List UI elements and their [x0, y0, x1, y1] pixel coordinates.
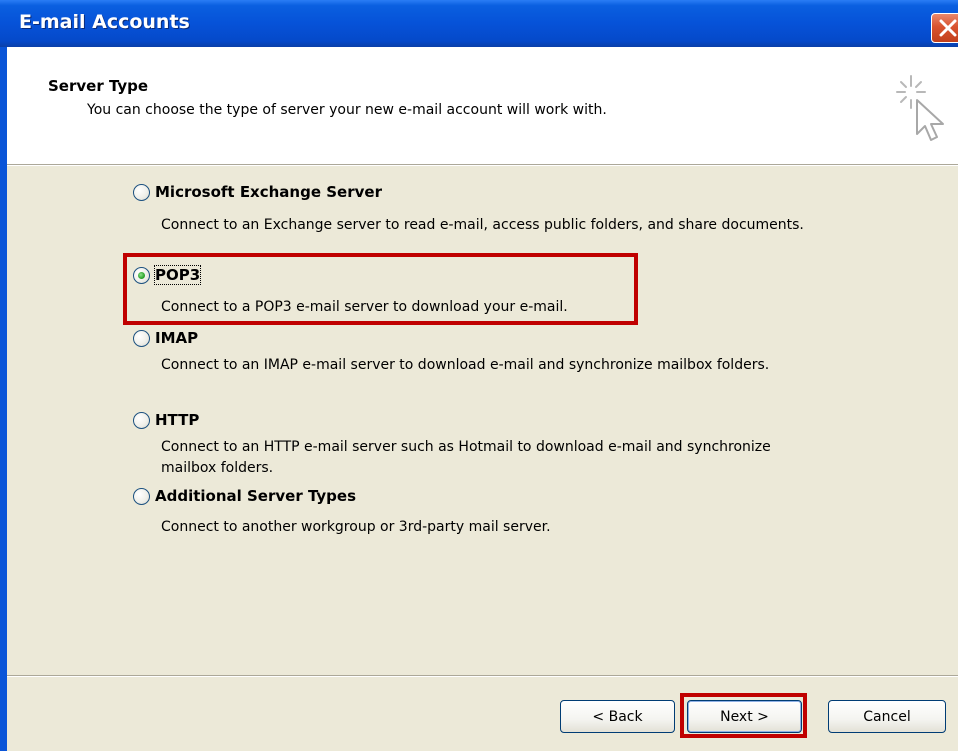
radio-button[interactable]	[133, 487, 150, 505]
option-description: Connect to an Exchange server to read e-…	[161, 217, 804, 233]
radio-button[interactable]	[133, 183, 150, 201]
wizard-header: Server Type You can choose the type of s…	[7, 47, 958, 164]
pop3-highlight-box	[123, 253, 638, 325]
back-button[interactable]: < Back	[560, 700, 675, 733]
radio-option-additional[interactable]: Additional Server Types	[133, 487, 356, 505]
option-description: Connect to an HTTP e-mail server such as…	[161, 439, 771, 476]
close-icon	[939, 19, 957, 37]
cancel-button[interactable]: Cancel	[828, 700, 946, 733]
radio-option-exchange[interactable]: Microsoft Exchange Server	[133, 183, 382, 201]
window-frame-left	[0, 47, 7, 751]
window-title: E-mail Accounts	[19, 11, 190, 33]
page-title: Server Type	[48, 77, 149, 95]
wizard-cursor-icon	[896, 75, 944, 141]
option-description: Connect to an IMAP e-mail server to down…	[161, 357, 770, 373]
radio-option-http[interactable]: HTTP	[133, 411, 199, 429]
option-label: IMAP	[155, 329, 199, 347]
title-bar: E-mail Accounts	[0, 0, 958, 47]
next-highlight-box	[680, 693, 807, 738]
radio-option-imap[interactable]: IMAP	[133, 329, 198, 347]
option-label: HTTP	[155, 411, 200, 429]
close-button[interactable]	[931, 13, 958, 43]
option-description: Connect to another workgroup or 3rd-part…	[161, 519, 551, 535]
radio-button[interactable]	[133, 411, 150, 429]
option-label: Microsoft Exchange Server	[155, 183, 382, 201]
footer-divider-light	[7, 676, 958, 677]
page-subtitle: You can choose the type of server your n…	[87, 102, 607, 118]
header-divider-light	[7, 165, 958, 166]
radio-button[interactable]	[133, 329, 150, 347]
option-label: Additional Server Types	[155, 487, 357, 505]
